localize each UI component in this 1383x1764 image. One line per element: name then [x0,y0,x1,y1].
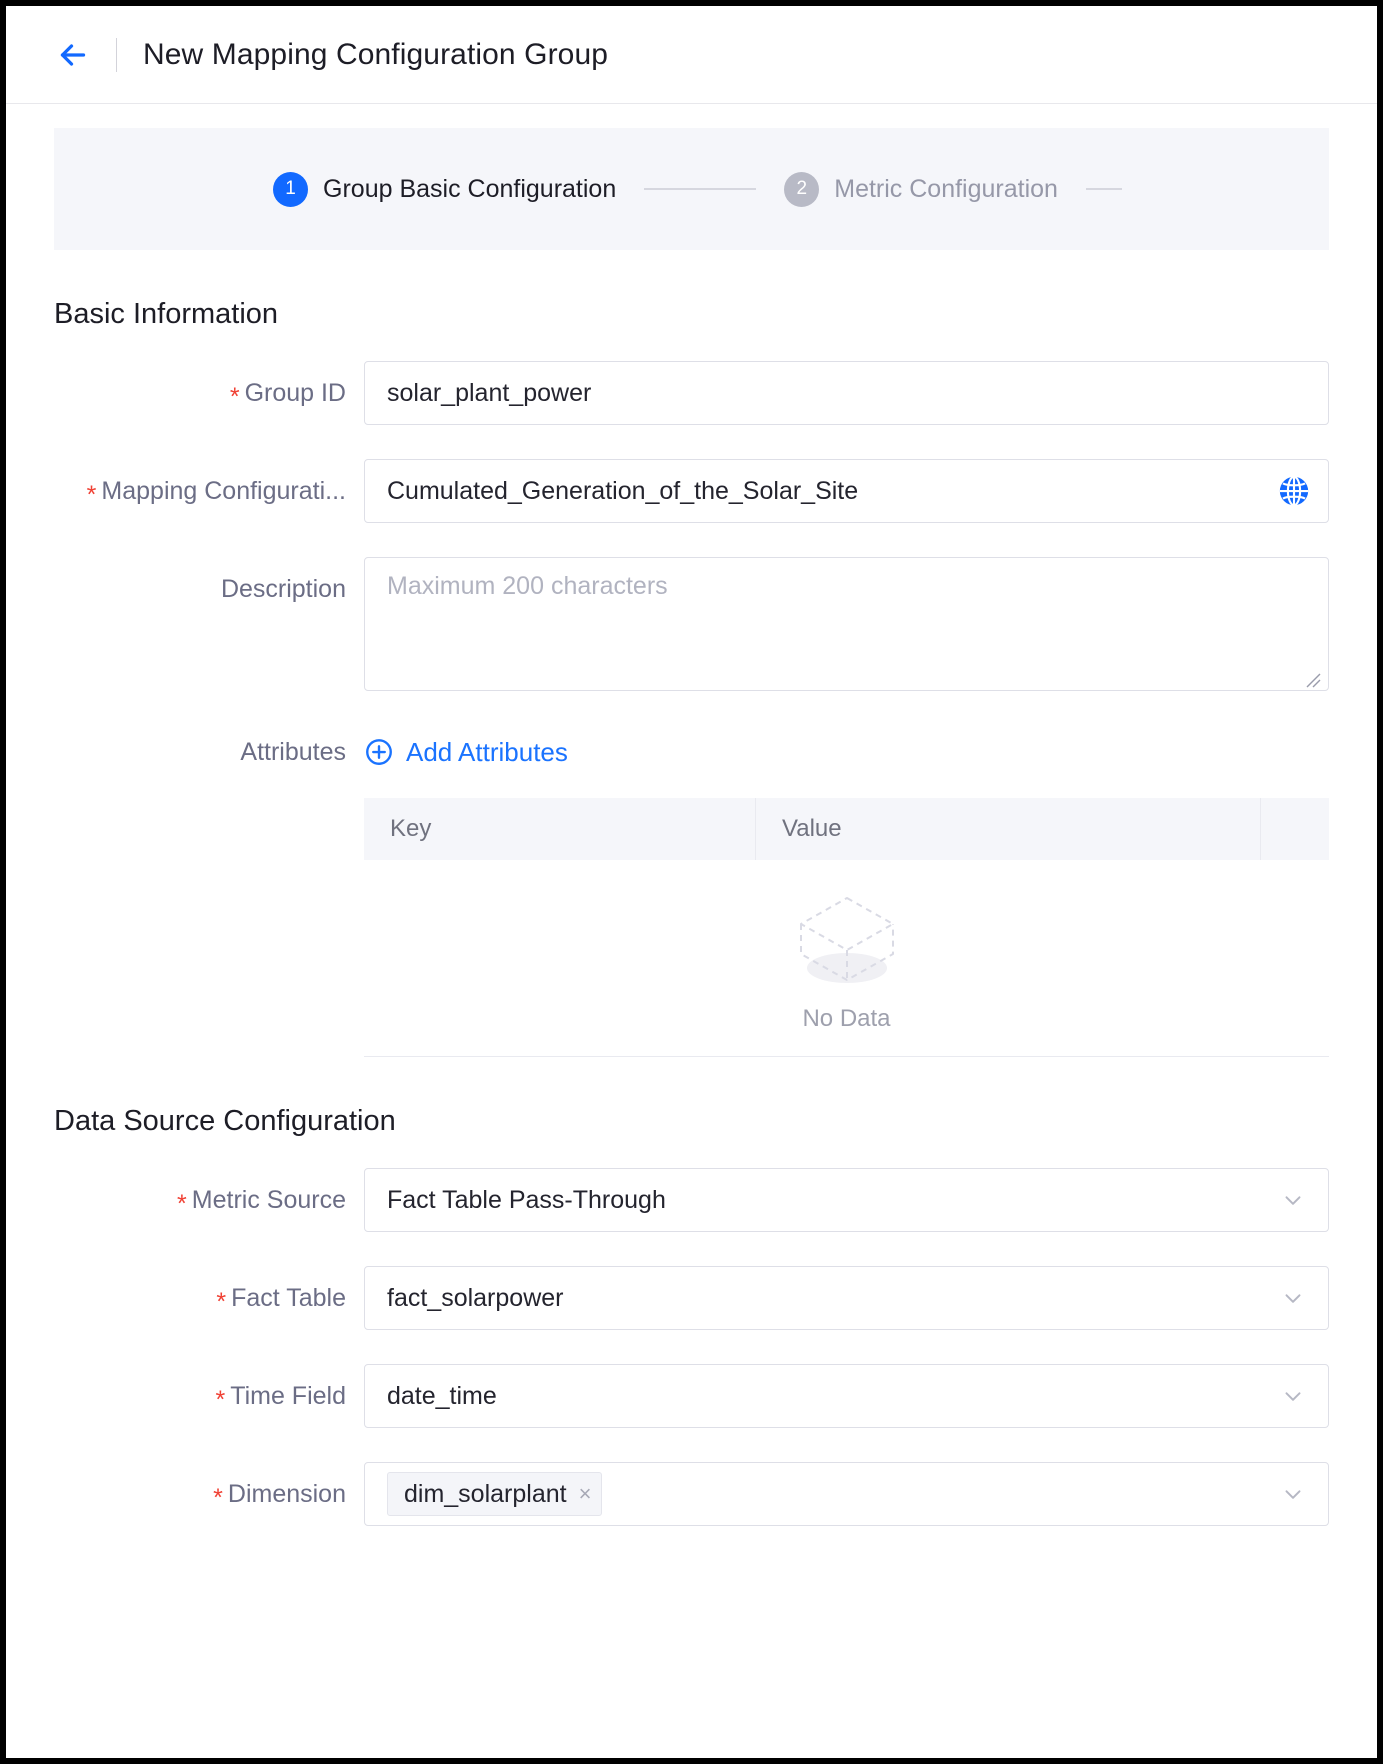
group-id-input[interactable] [364,361,1329,425]
dimension-tag: dim_solarplant × [387,1472,603,1516]
label-description: Description [220,575,346,603]
field-description [364,557,1329,696]
page-title: New Mapping Configuration Group [143,37,609,71]
description-textarea[interactable] [364,557,1329,691]
section-title-basic-information: Basic Information [54,298,279,330]
required-asterisk: * [216,1288,227,1316]
required-asterisk: * [229,383,240,411]
add-attributes-button[interactable]: Add Attributes [364,730,568,774]
required-asterisk: * [177,1190,187,1218]
arrow-left-icon [55,37,91,73]
time-field-select[interactable]: date_time [364,1364,1329,1428]
app-window: New Mapping Configuration Group 1 Group … [6,6,1377,1758]
wizard-stepper: 1 Group Basic Configuration 2 Metric Con… [54,128,1329,250]
form-row-fact-table: * Fact Table fact_solarpower [54,1266,1329,1330]
dimension-tag-label: dim_solarplant [404,1479,567,1508]
step-label: Metric Configuration [834,174,1058,203]
attributes-table: Key Value No Data [364,798,1329,1057]
screen-root: New Mapping Configuration Group 1 Group … [0,0,1383,1764]
label-mapping-configuration: * Mapping Configurati... [86,477,346,509]
fact-table-value: fact_solarpower [387,1283,564,1312]
chevron-down-icon [1280,1481,1306,1507]
form-row-group-id: * Group ID [54,361,1329,425]
step-number: 2 [784,171,820,207]
label-metric-source: * Metric Source [177,1186,346,1218]
time-field-value: date_time [387,1381,497,1410]
attributes-table-header: Key Value [364,798,1329,860]
label-group-id: * Group ID [229,379,346,411]
field-metric-source: Fact Table Pass-Through [364,1168,1329,1232]
empty-state-text: No Data [802,1004,891,1032]
fact-table-select[interactable]: fact_solarpower [364,1266,1329,1330]
field-fact-table: fact_solarpower [364,1266,1329,1330]
dimension-select[interactable]: dim_solarplant × [364,1462,1329,1526]
step-metric-configuration[interactable]: 2 Metric Configuration [784,171,1058,207]
field-attributes: Add Attributes Key Value No Data [364,730,1329,1057]
chevron-down-icon [1280,1187,1306,1213]
close-icon[interactable]: × [579,1483,592,1505]
step-number: 1 [273,171,309,207]
column-header-value: Value [756,798,1261,860]
label-fact-table: * Fact Table [216,1284,346,1316]
step-group-basic-configuration[interactable]: 1 Group Basic Configuration [273,171,617,207]
step-connector [1085,188,1122,190]
plus-circle-icon [364,737,394,767]
form-row-attributes: Attributes Add Attributes Key Value No D… [54,730,1329,1057]
form-row-metric-source: * Metric Source Fact Table Pass-Through [54,1168,1329,1232]
required-asterisk: * [215,1386,226,1414]
step-connector [644,188,757,190]
empty-box-icon [785,884,909,995]
metric-source-select[interactable]: Fact Table Pass-Through [364,1168,1329,1232]
add-attributes-label: Add Attributes [406,737,568,767]
field-dimension: dim_solarplant × [364,1462,1329,1526]
form-row-time-field: * Time Field date_time [54,1364,1329,1428]
field-mapping-configuration [364,459,1329,523]
header-divider [116,37,117,72]
chevron-down-icon [1280,1383,1306,1409]
field-group-id [364,361,1329,425]
dimension-tags: dim_solarplant × [387,1472,1280,1516]
section-title-data-source-configuration: Data Source Configuration [54,1105,396,1137]
label-dimension: * Dimension [213,1480,346,1512]
metric-source-value: Fact Table Pass-Through [387,1185,666,1214]
back-button[interactable] [52,34,94,76]
attributes-empty-state: No Data [364,860,1329,1056]
step-label: Group Basic Configuration [323,174,617,203]
label-time-field: * Time Field [215,1382,347,1414]
required-asterisk: * [213,1484,223,1512]
form-row-description: Description [54,557,1329,696]
form-row-dimension: * Dimension dim_solarplant × [54,1462,1329,1526]
field-time-field: date_time [364,1364,1329,1428]
required-asterisk: * [86,481,97,509]
form-row-mapping-configuration: * Mapping Configurati... [54,459,1329,523]
globe-icon[interactable] [1277,474,1311,508]
mapping-configuration-input[interactable] [364,459,1329,523]
form-content: Basic Information *Group ID *Mapping Con… [6,250,1377,1758]
page-header: New Mapping Configuration Group [6,6,1377,104]
column-header-actions [1261,798,1329,860]
chevron-down-icon [1280,1285,1306,1311]
label-attributes: Attributes [240,738,346,766]
column-header-key: Key [364,798,756,860]
